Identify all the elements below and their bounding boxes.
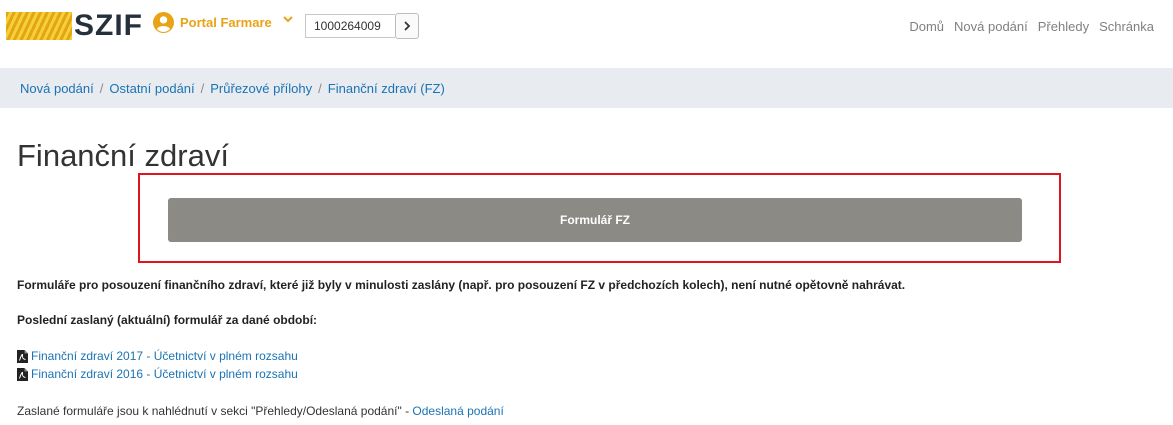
file-link-label[interactable]: Finanční zdraví 2016 - Účetnictví v plné…	[31, 367, 298, 381]
breadcrumb-other-submissions[interactable]: Ostatní podání	[109, 81, 194, 96]
latest-form-heading: Poslední zaslaný (aktuální) formulář za …	[17, 313, 318, 327]
page-title: Finanční zdraví	[17, 138, 229, 173]
file-list: Finanční zdraví 2017 - Účetnictví v plné…	[17, 347, 298, 383]
pdf-file-icon	[17, 367, 28, 381]
breadcrumb-new-submissions[interactable]: Nová podání	[20, 81, 94, 96]
logo[interactable]: SZIF	[74, 8, 143, 44]
info-note: Formuláře pro posouzení finančního zdrav…	[17, 278, 906, 292]
header: SZIF Portal Farmare 1000264009 Domů Nová…	[0, 0, 1173, 58]
breadcrumb-separator: /	[318, 80, 322, 96]
breadcrumb: Nová podání / Ostatní podání / Průřezové…	[0, 68, 1173, 108]
breadcrumb-separator: /	[99, 80, 104, 96]
nav-inbox[interactable]: Schránka	[1099, 18, 1154, 36]
user-circle-icon[interactable]	[153, 12, 174, 33]
file-link-label[interactable]: Finanční zdraví 2017 - Účetnictví v plné…	[31, 349, 298, 363]
breadcrumb-separator: /	[200, 80, 205, 96]
breadcrumb-financial-health[interactable]: Finanční zdraví (FZ)	[328, 81, 445, 96]
form-fz-button[interactable]: Formulář FZ	[168, 198, 1022, 242]
pdf-file-icon	[17, 349, 28, 363]
file-link-2016[interactable]: Finanční zdraví 2016 - Účetnictví v plné…	[17, 365, 298, 383]
chevron-down-icon[interactable]	[282, 13, 294, 25]
top-navigation: Domů Nová podání Přehledy Schránka	[909, 18, 1154, 36]
client-go-button[interactable]	[395, 13, 419, 39]
breadcrumb-cross-attachments[interactable]: Průřezové přílohy	[210, 81, 312, 96]
nav-home[interactable]: Domů	[909, 18, 944, 36]
client-id-input[interactable]: 1000264009	[305, 14, 395, 38]
chevron-right-icon	[404, 21, 411, 31]
sent-forms-text: Zaslané formuláře jsou k nahlédnutí v se…	[17, 404, 413, 418]
portal-switcher[interactable]: Portal Farmare	[180, 14, 272, 32]
logo-stripes	[6, 12, 72, 40]
nav-overviews[interactable]: Přehledy	[1038, 18, 1089, 36]
sent-submissions-link[interactable]: Odeslaná podání	[412, 404, 503, 418]
nav-new-submissions[interactable]: Nová podání	[954, 18, 1028, 36]
file-link-2017[interactable]: Finanční zdraví 2017 - Účetnictví v plné…	[17, 347, 298, 365]
sent-forms-note: Zaslané formuláře jsou k nahlédnutí v se…	[17, 403, 504, 419]
